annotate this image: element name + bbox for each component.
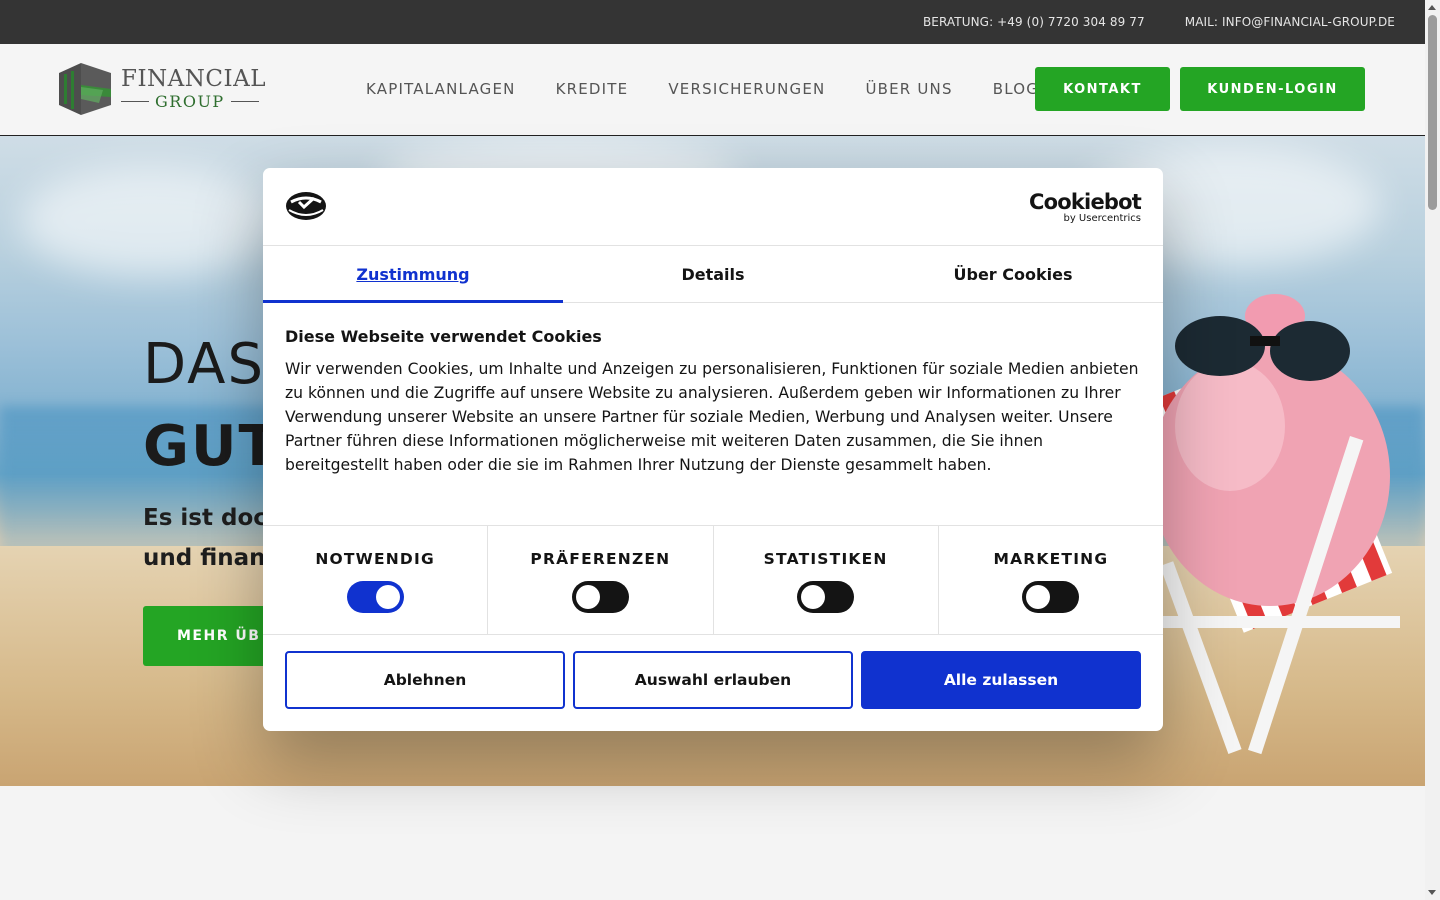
nav-item-ueber-uns[interactable]: ÜBER UNS (865, 80, 952, 98)
decline-button[interactable]: Ablehnen (285, 651, 565, 709)
scroll-down-icon[interactable] (1428, 890, 1436, 895)
scroll-thumb[interactable] (1428, 15, 1437, 210)
phone-contact[interactable]: BERATUNG: +49 (0) 7720 304 89 77 (923, 15, 1145, 29)
marketing-toggle[interactable] (1022, 581, 1080, 613)
category-statistiken: STATISTIKEN (714, 526, 939, 634)
notwendig-toggle[interactable] (346, 581, 404, 613)
nav-item-blog[interactable]: BLOG (993, 80, 1036, 98)
cookie-category-toggles: NOTWENDIG PRÄFERENZEN STATISTIKEN MARKET… (263, 525, 1163, 635)
category-notwendig: NOTWENDIG (263, 526, 489, 634)
hero-title-line1: DAS (143, 332, 265, 397)
statistiken-toggle[interactable] (797, 581, 855, 613)
logo-text-group: GROUP (155, 92, 225, 111)
cookiebot-logo-icon (286, 192, 326, 220)
hero-title-line2: GUT (143, 414, 279, 479)
kunden-login-button[interactable]: KUNDEN-LOGIN (1180, 67, 1365, 111)
nav-item-versicherungen[interactable]: VERSICHERUNGEN (668, 80, 825, 98)
cookiebot-brand[interactable]: Cookiebot by Usercentrics (1029, 190, 1142, 224)
mail-contact[interactable]: MAIL: INFO@FINANCIAL-GROUP.DE (1185, 15, 1395, 29)
category-label: NOTWENDIG (315, 550, 435, 568)
site-header: FINANCIAL GROUP KAPITALANLAGEN KREDITE V… (0, 44, 1425, 136)
tab-details[interactable]: Details (563, 246, 863, 302)
cookiebot-brand-sub: by Usercentrics (1063, 213, 1141, 224)
cookie-heading: Diese Webseite verwendet Cookies (285, 327, 602, 346)
category-label: MARKETING (993, 550, 1109, 568)
tab-ueber-cookies[interactable]: Über Cookies (863, 246, 1163, 302)
nav-item-kredite[interactable]: KREDITE (556, 80, 629, 98)
category-label: STATISTIKEN (763, 550, 888, 568)
cookie-actions: Ablehnen Auswahl erlauben Alle zulassen (263, 635, 1163, 725)
dialog-header: Cookiebot by Usercentrics (263, 168, 1163, 246)
cookie-text: Wir verwenden Cookies, um Inhalte und An… (285, 360, 1139, 474)
cookiebot-brand-name: Cookiebot (1029, 190, 1142, 214)
tab-zustimmung[interactable]: Zustimmung (263, 246, 563, 303)
allow-all-button[interactable]: Alle zulassen (861, 651, 1141, 709)
main-nav: KAPITALANLAGEN KREDITE VERSICHERUNGEN ÜB… (366, 44, 1036, 134)
kontakt-button[interactable]: KONTAKT (1035, 67, 1170, 111)
cookie-consent-dialog: Cookiebot by Usercentrics Zustimmung Det… (263, 168, 1163, 731)
category-label: PRÄFERENZEN (530, 550, 671, 568)
category-praeferenzen: PRÄFERENZEN (488, 526, 714, 634)
cloud-shape (20, 166, 280, 276)
scroll-up-icon[interactable] (1428, 5, 1436, 10)
praeferenzen-toggle[interactable] (571, 581, 629, 613)
logo-cube-icon (59, 63, 111, 115)
top-contact-bar: BERATUNG: +49 (0) 7720 304 89 77 MAIL: I… (0, 0, 1425, 44)
allow-selection-button[interactable]: Auswahl erlauben (573, 651, 853, 709)
category-marketing: MARKETING (939, 526, 1163, 634)
cookie-tabs: Zustimmung Details Über Cookies (263, 246, 1163, 303)
site-logo[interactable]: FINANCIAL GROUP (59, 62, 269, 118)
page-scrollbar[interactable] (1425, 0, 1440, 900)
cookie-description: Diese Webseite verwendet Cookies Wir ver… (263, 303, 1163, 525)
nav-item-kapitalanlagen[interactable]: KAPITALANLAGEN (366, 80, 516, 98)
logo-text-financial: FINANCIAL (121, 66, 266, 92)
